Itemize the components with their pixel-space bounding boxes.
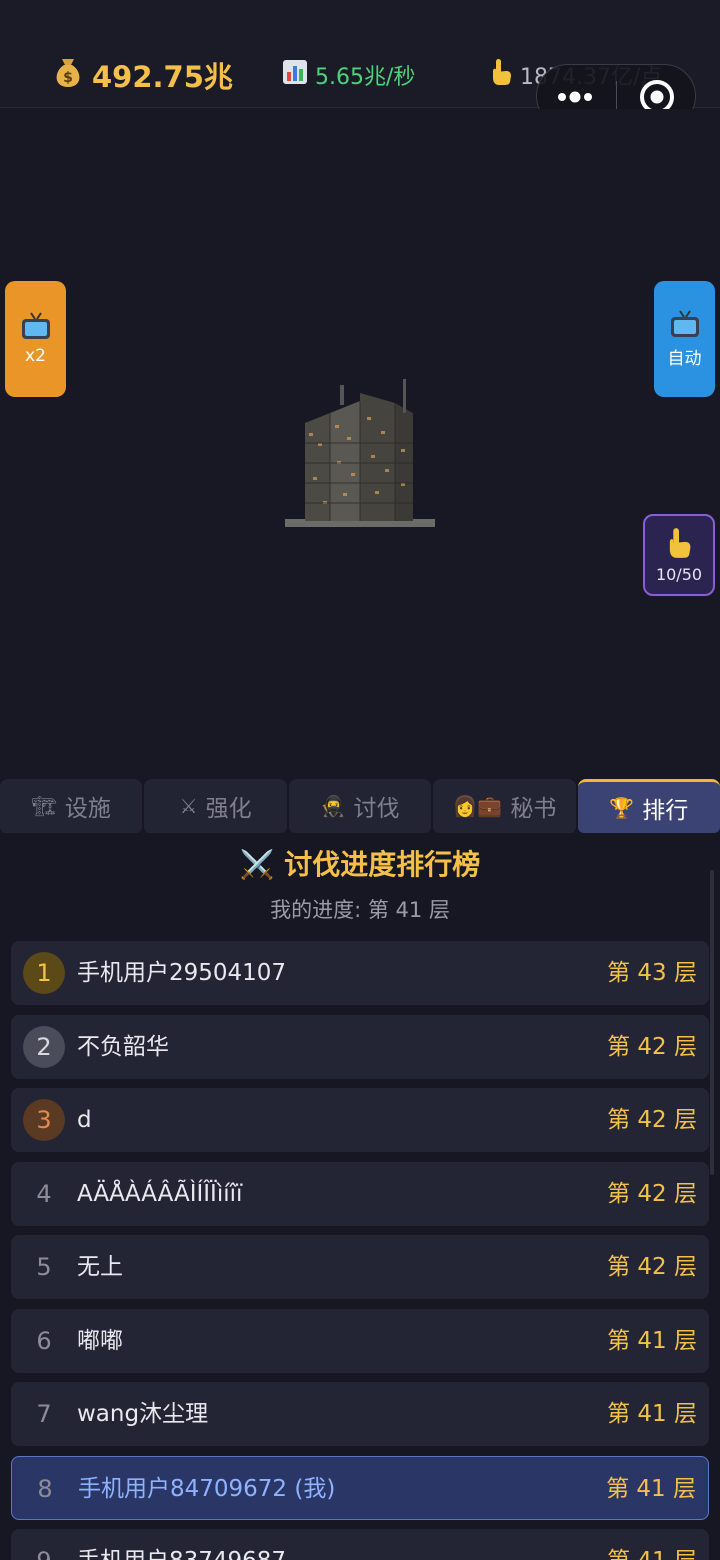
ranking-row[interactable]: 4 AÄÅÀÁÂÃÌÍÎÏìíîï 第 42 层 [11,1161,709,1226]
player-name: wang沐尘理 [77,1401,209,1427]
tab-label: 讨伐 [353,796,400,822]
income-rate-stat: 5.65兆/秒 [283,56,415,94]
rank-badge-bronze: 3 [23,1099,65,1141]
game-scene: x2 自动 10/50 [0,109,720,779]
money-value: 492.75兆 [92,60,233,94]
rank-badge-gold: 1 [23,952,65,994]
rank-number: 5 [36,1253,52,1281]
ranking-row-current-user[interactable]: 8 手机用户84709672 (我) 第 41 层 [11,1455,709,1520]
player-name: AÄÅÀÁÂÃÌÍÎÏìíîï [77,1180,243,1207]
tap-counter-label: 10/50 [655,564,703,584]
tap-counter-button[interactable]: 10/50 [643,514,715,596]
tab-label: 强化 [205,796,252,822]
ranking-list: 1 手机用户29504107 第 43 层 2 不负韶华 第 42 层 3 d … [11,941,709,1560]
auto-tap-ad-button[interactable]: 自动 [654,281,715,397]
money-bag-icon: $ [52,55,84,96]
money-stat: $ 492.75兆 [52,56,233,94]
building-image[interactable] [285,373,435,529]
ranking-row[interactable]: 7 wang沐尘理 第 41 层 [11,1382,709,1446]
player-level: 第 43 层 [607,960,697,986]
player-level: 第 42 层 [607,1180,697,1207]
tab-label: 设施 [64,796,111,822]
tab-upgrade[interactable]: ⚔ 强化 [144,779,287,833]
income-rate-value: 5.65兆/秒 [315,65,416,90]
player-level: 第 42 层 [607,1254,697,1280]
rank-number: 7 [36,1400,52,1428]
tab-label: 排行 [642,797,689,824]
ranking-row[interactable]: 6 嘟嘟 第 41 层 [11,1308,709,1373]
crossed-swords-icon: ⚔ [179,794,198,818]
ninja-icon: 🥷 [320,794,346,818]
player-level: 第 42 层 [607,1107,697,1133]
secretary-icon: 👩💼 [452,794,503,818]
rank-number: 4 [36,1179,52,1208]
crane-icon: 🏗 [31,794,57,818]
player-name: 不负韶华 [77,1033,169,1060]
auto-tap-label: 自动 [667,348,702,369]
rank-number: 8 [37,1474,53,1503]
tv-icon [21,312,50,339]
double-income-ad-button[interactable]: x2 [5,281,66,397]
tower-building-illustration [285,379,435,527]
player-name: 手机用户83749687 [77,1529,286,1560]
player-name: 手机用户84709672 (我) [78,1475,336,1502]
player-name: 手机用户29504107 [77,960,287,986]
player-name: 无上 [77,1254,123,1280]
player-level: 第 41 层 [606,1475,696,1502]
player-level: 第 42 层 [607,1033,697,1060]
rank-number: 6 [36,1326,52,1355]
ranking-row[interactable]: 3 d 第 42 层 [11,1088,709,1152]
tab-secretary[interactable]: 👩💼 秘书 [433,779,576,833]
rank-number: 9 [23,1540,65,1560]
bar-chart-icon [283,60,307,90]
pointing-hand-icon [490,58,512,92]
double-income-label: x2 [25,346,46,366]
player-level: 第 41 层 [607,1327,697,1354]
main-tab-bar: 🏗 设施 ⚔ 强化 🥷 讨伐 👩💼 秘书 🏆 排行 [0,779,720,835]
rank-badge-silver: 2 [23,1025,65,1068]
svg-text:$: $ [63,70,73,86]
top-stats-bar: $ 492.75兆 5.65兆/秒 1874.37亿/点 [0,0,720,128]
tab-facilities[interactable]: 🏗 设施 [0,779,143,833]
ranking-row[interactable]: 9 手机用户83749687 第 41 层 [11,1529,709,1560]
tab-ranking[interactable]: 🏆 排行 [577,779,720,833]
player-name: d [77,1107,92,1133]
my-progress-text: 我的进度: 第 41 层 [270,898,450,922]
ranking-row[interactable]: 1 手机用户29504107 第 43 层 [11,941,709,1005]
pointing-hand-icon [669,527,691,558]
player-name: 嘟嘟 [77,1327,123,1354]
ranking-scrollbar[interactable] [710,870,714,1175]
trophy-icon: 🏆 [609,795,635,820]
player-level: 第 41 层 [607,1401,697,1427]
ranking-title: ⚔️ 讨伐进度排行榜 [239,848,481,881]
tv-icon [670,309,699,337]
ranking-row[interactable]: 2 不负韶华 第 42 层 [11,1014,709,1079]
ranking-row[interactable]: 5 无上 第 42 层 [11,1235,709,1299]
tab-crusade[interactable]: 🥷 讨伐 [288,779,432,833]
player-level: 第 41 层 [607,1529,697,1560]
tab-label: 秘书 [510,796,557,822]
